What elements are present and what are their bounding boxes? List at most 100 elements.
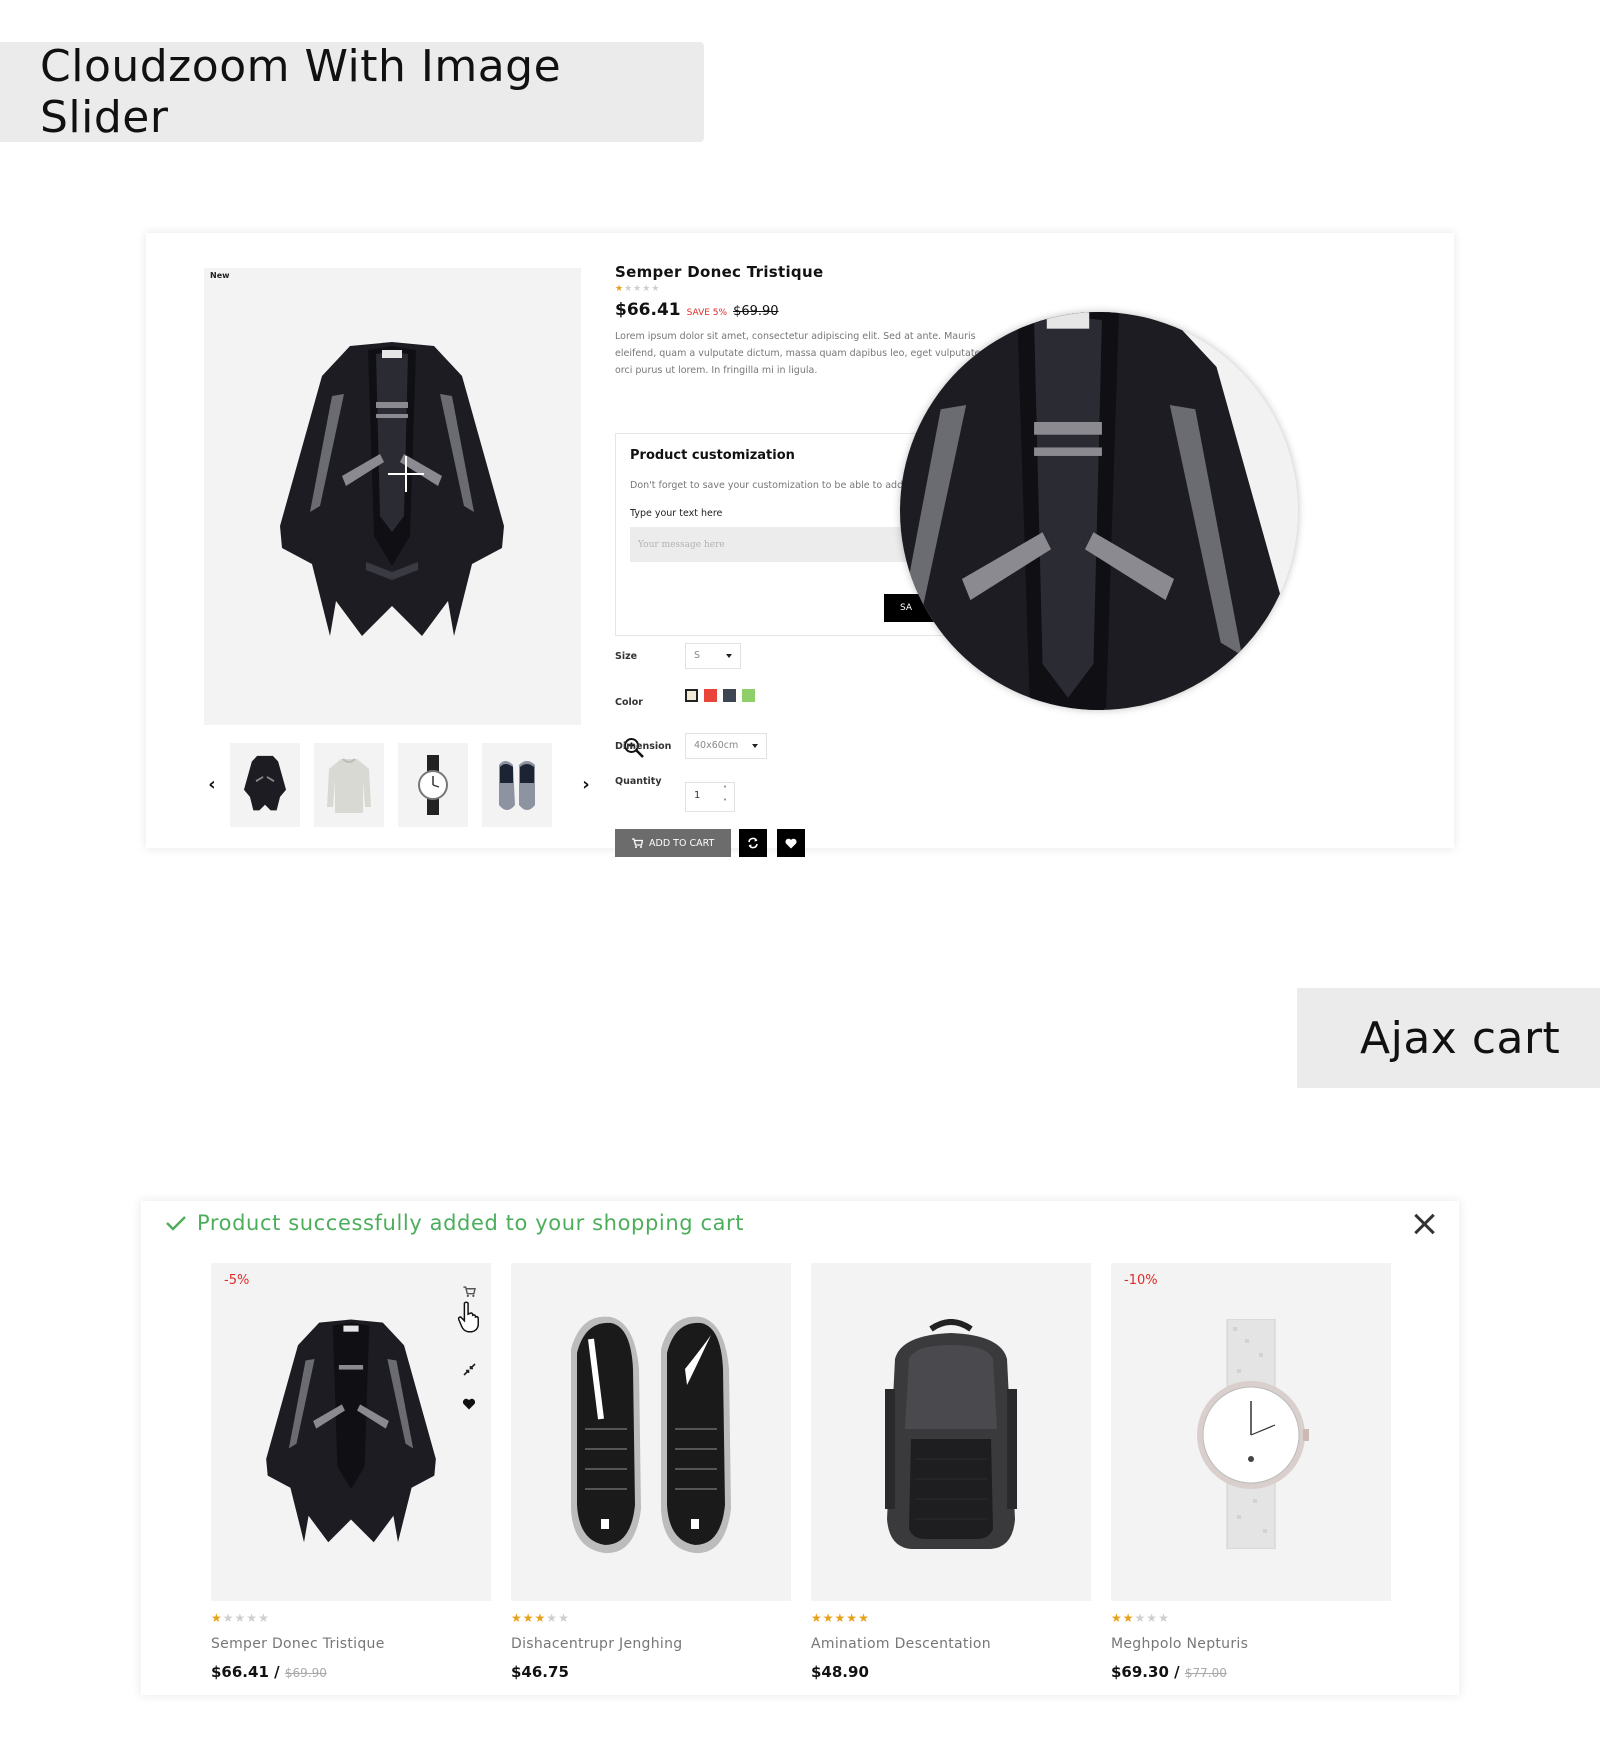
- product-image[interactable]: -10%: [1111, 1263, 1391, 1601]
- quantity-stepper[interactable]: 1 ˄ ˅: [685, 782, 735, 812]
- star-filled-icon: ★: [511, 1611, 523, 1625]
- product-image[interactable]: -5%: [211, 1263, 491, 1601]
- size-label: Size: [615, 651, 638, 662]
- product-name[interactable]: Aminatiom Descentation: [811, 1636, 1091, 1652]
- watch-image: [1197, 1319, 1309, 1549]
- star-filled-icon: ★: [846, 1611, 859, 1625]
- color-swatch[interactable]: [685, 689, 698, 702]
- color-swatch[interactable]: [704, 689, 717, 702]
- star-filled-icon: ★: [522, 1611, 535, 1625]
- watch-icon: [418, 755, 448, 815]
- star-empty-icon: ★: [234, 1611, 247, 1625]
- product-price-row: $48.90: [811, 1663, 1091, 1681]
- add-to-cart-button[interactable]: ADD TO CART: [615, 829, 731, 857]
- cloudzoom-magnifier-lens: [900, 312, 1298, 710]
- cape-image: [280, 342, 504, 636]
- dimension-label: Dimension: [615, 741, 672, 752]
- dimension-select[interactable]: 40x60cm: [685, 733, 767, 759]
- product-customization-box: Product customization Don't forget to sa…: [615, 433, 945, 636]
- close-icon[interactable]: [1411, 1211, 1437, 1237]
- product-card[interactable]: ★★★★★ Dishacentrupr Jenghing $46.75: [511, 1263, 791, 1681]
- size-value: S: [694, 650, 701, 661]
- star-filled-icon: ★: [211, 1611, 223, 1625]
- thumbnail-cape[interactable]: [230, 743, 300, 827]
- product-card[interactable]: -10% ★★★★★ Meghpolo Nepturis $69.30 / $7…: [1111, 1263, 1391, 1681]
- section-banner-ajax-cart: Ajax cart: [1297, 988, 1600, 1088]
- star-filled-icon: ★: [534, 1611, 547, 1625]
- refresh-icon: [748, 837, 758, 849]
- zoom-crosshair: [388, 456, 424, 492]
- old-price: $77.00: [1184, 1666, 1227, 1680]
- color-swatches: [685, 689, 775, 703]
- hand-pointer-cursor-icon: [457, 1299, 481, 1335]
- wishlist-quick-button[interactable]: [457, 1394, 481, 1414]
- product-card[interactable]: -5% ★★★★★ Semper Donec Tristique $66.41 …: [211, 1263, 491, 1681]
- cart-icon: [462, 1285, 476, 1297]
- compare-quick-button[interactable]: [457, 1359, 481, 1379]
- product-main-image[interactable]: New: [204, 268, 644, 758]
- product-price-row: $46.75: [511, 1663, 791, 1681]
- product-title: Semper Donec Tristique: [615, 263, 824, 281]
- checkmark-icon: [166, 1216, 186, 1231]
- heart-icon: [462, 1398, 476, 1410]
- size-select[interactable]: S: [685, 643, 741, 669]
- thumbnail-watch[interactable]: [398, 743, 468, 827]
- quantity-label: Quantity: [615, 776, 662, 787]
- star-empty-icon: ★: [558, 1611, 570, 1625]
- cart-icon: [632, 838, 643, 848]
- success-text: Product successfully added to your shopp…: [197, 1211, 745, 1235]
- product-price-row: $69.30 / $77.00: [1111, 1663, 1391, 1681]
- section-banner-cloudzoom: Cloudzoom With Image Slider: [0, 41, 704, 143]
- star-empty-icon: ★: [222, 1611, 235, 1625]
- star-filled-icon: ★: [858, 1611, 870, 1625]
- product-rating: ★★★★★: [811, 1611, 1091, 1626]
- color-swatch[interactable]: [742, 689, 755, 702]
- heart-icon: [785, 838, 797, 848]
- customization-note: Don't forget to save your customization …: [630, 480, 938, 491]
- chevron-down-icon[interactable]: ˅: [720, 798, 730, 808]
- discount-badge: -5%: [224, 1273, 250, 1288]
- star-empty-icon: ★: [1146, 1611, 1159, 1625]
- chevron-up-icon[interactable]: ˄: [720, 785, 730, 795]
- color-swatch[interactable]: [723, 689, 736, 702]
- cape-image: [266, 1319, 436, 1543]
- product-price: $46.75: [511, 1663, 569, 1681]
- product-name[interactable]: Meghpolo Nepturis: [1111, 1636, 1391, 1652]
- star-empty-icon: ★: [624, 284, 634, 294]
- thumbnail-slider: ‹ ›: [204, 741, 594, 829]
- product-card[interactable]: ★★★★★ Aminatiom Descentation $48.90: [811, 1263, 1091, 1681]
- success-message: Product successfully added to your shopp…: [165, 1211, 744, 1235]
- section-title: Ajax cart: [1360, 1012, 1561, 1064]
- product-price: $69.30: [1111, 1663, 1169, 1681]
- star-empty-icon: ★: [633, 284, 643, 294]
- slider-prev-arrow-icon[interactable]: ‹: [204, 775, 220, 795]
- product-price: $66.41: [211, 1663, 269, 1681]
- product-rating: ★★★★★: [615, 284, 1445, 296]
- star-filled-icon: ★: [822, 1611, 835, 1625]
- thumbnail-sneakers[interactable]: [482, 743, 552, 827]
- star-empty-icon: ★: [246, 1611, 259, 1625]
- product-name[interactable]: Dishacentrupr Jenghing: [511, 1636, 791, 1652]
- ajax-cart-modal: Product successfully added to your shopp…: [141, 1201, 1459, 1695]
- chevron-down-icon: [752, 744, 758, 748]
- product-image[interactable]: [811, 1263, 1091, 1601]
- compare-button[interactable]: [739, 829, 767, 857]
- customization-field-label: Type your text here: [630, 508, 723, 519]
- backpack-image: [885, 1319, 1017, 1549]
- product-rating: ★★★★★: [1111, 1611, 1391, 1626]
- dimension-value: 40x60cm: [694, 740, 739, 751]
- add-to-cart-label: ADD TO CART: [649, 837, 715, 849]
- add-to-cart-quick-button[interactable]: [457, 1281, 481, 1301]
- product-name[interactable]: Semper Donec Tristique: [211, 1636, 491, 1652]
- old-price: $69.90: [284, 1666, 327, 1680]
- product-image[interactable]: [511, 1263, 791, 1601]
- thumbnail-sweater[interactable]: [314, 743, 384, 827]
- sweater-icon: [327, 758, 371, 813]
- product-price-row: $66.41 / $69.90: [211, 1663, 491, 1681]
- product-rating: ★★★★★: [211, 1611, 491, 1626]
- wishlist-button[interactable]: [777, 829, 805, 857]
- price-separator: /: [274, 1663, 280, 1681]
- slider-next-arrow-icon[interactable]: ›: [578, 775, 594, 795]
- star-filled-icon: ★: [1111, 1611, 1123, 1625]
- customization-text-input[interactable]: [630, 527, 920, 562]
